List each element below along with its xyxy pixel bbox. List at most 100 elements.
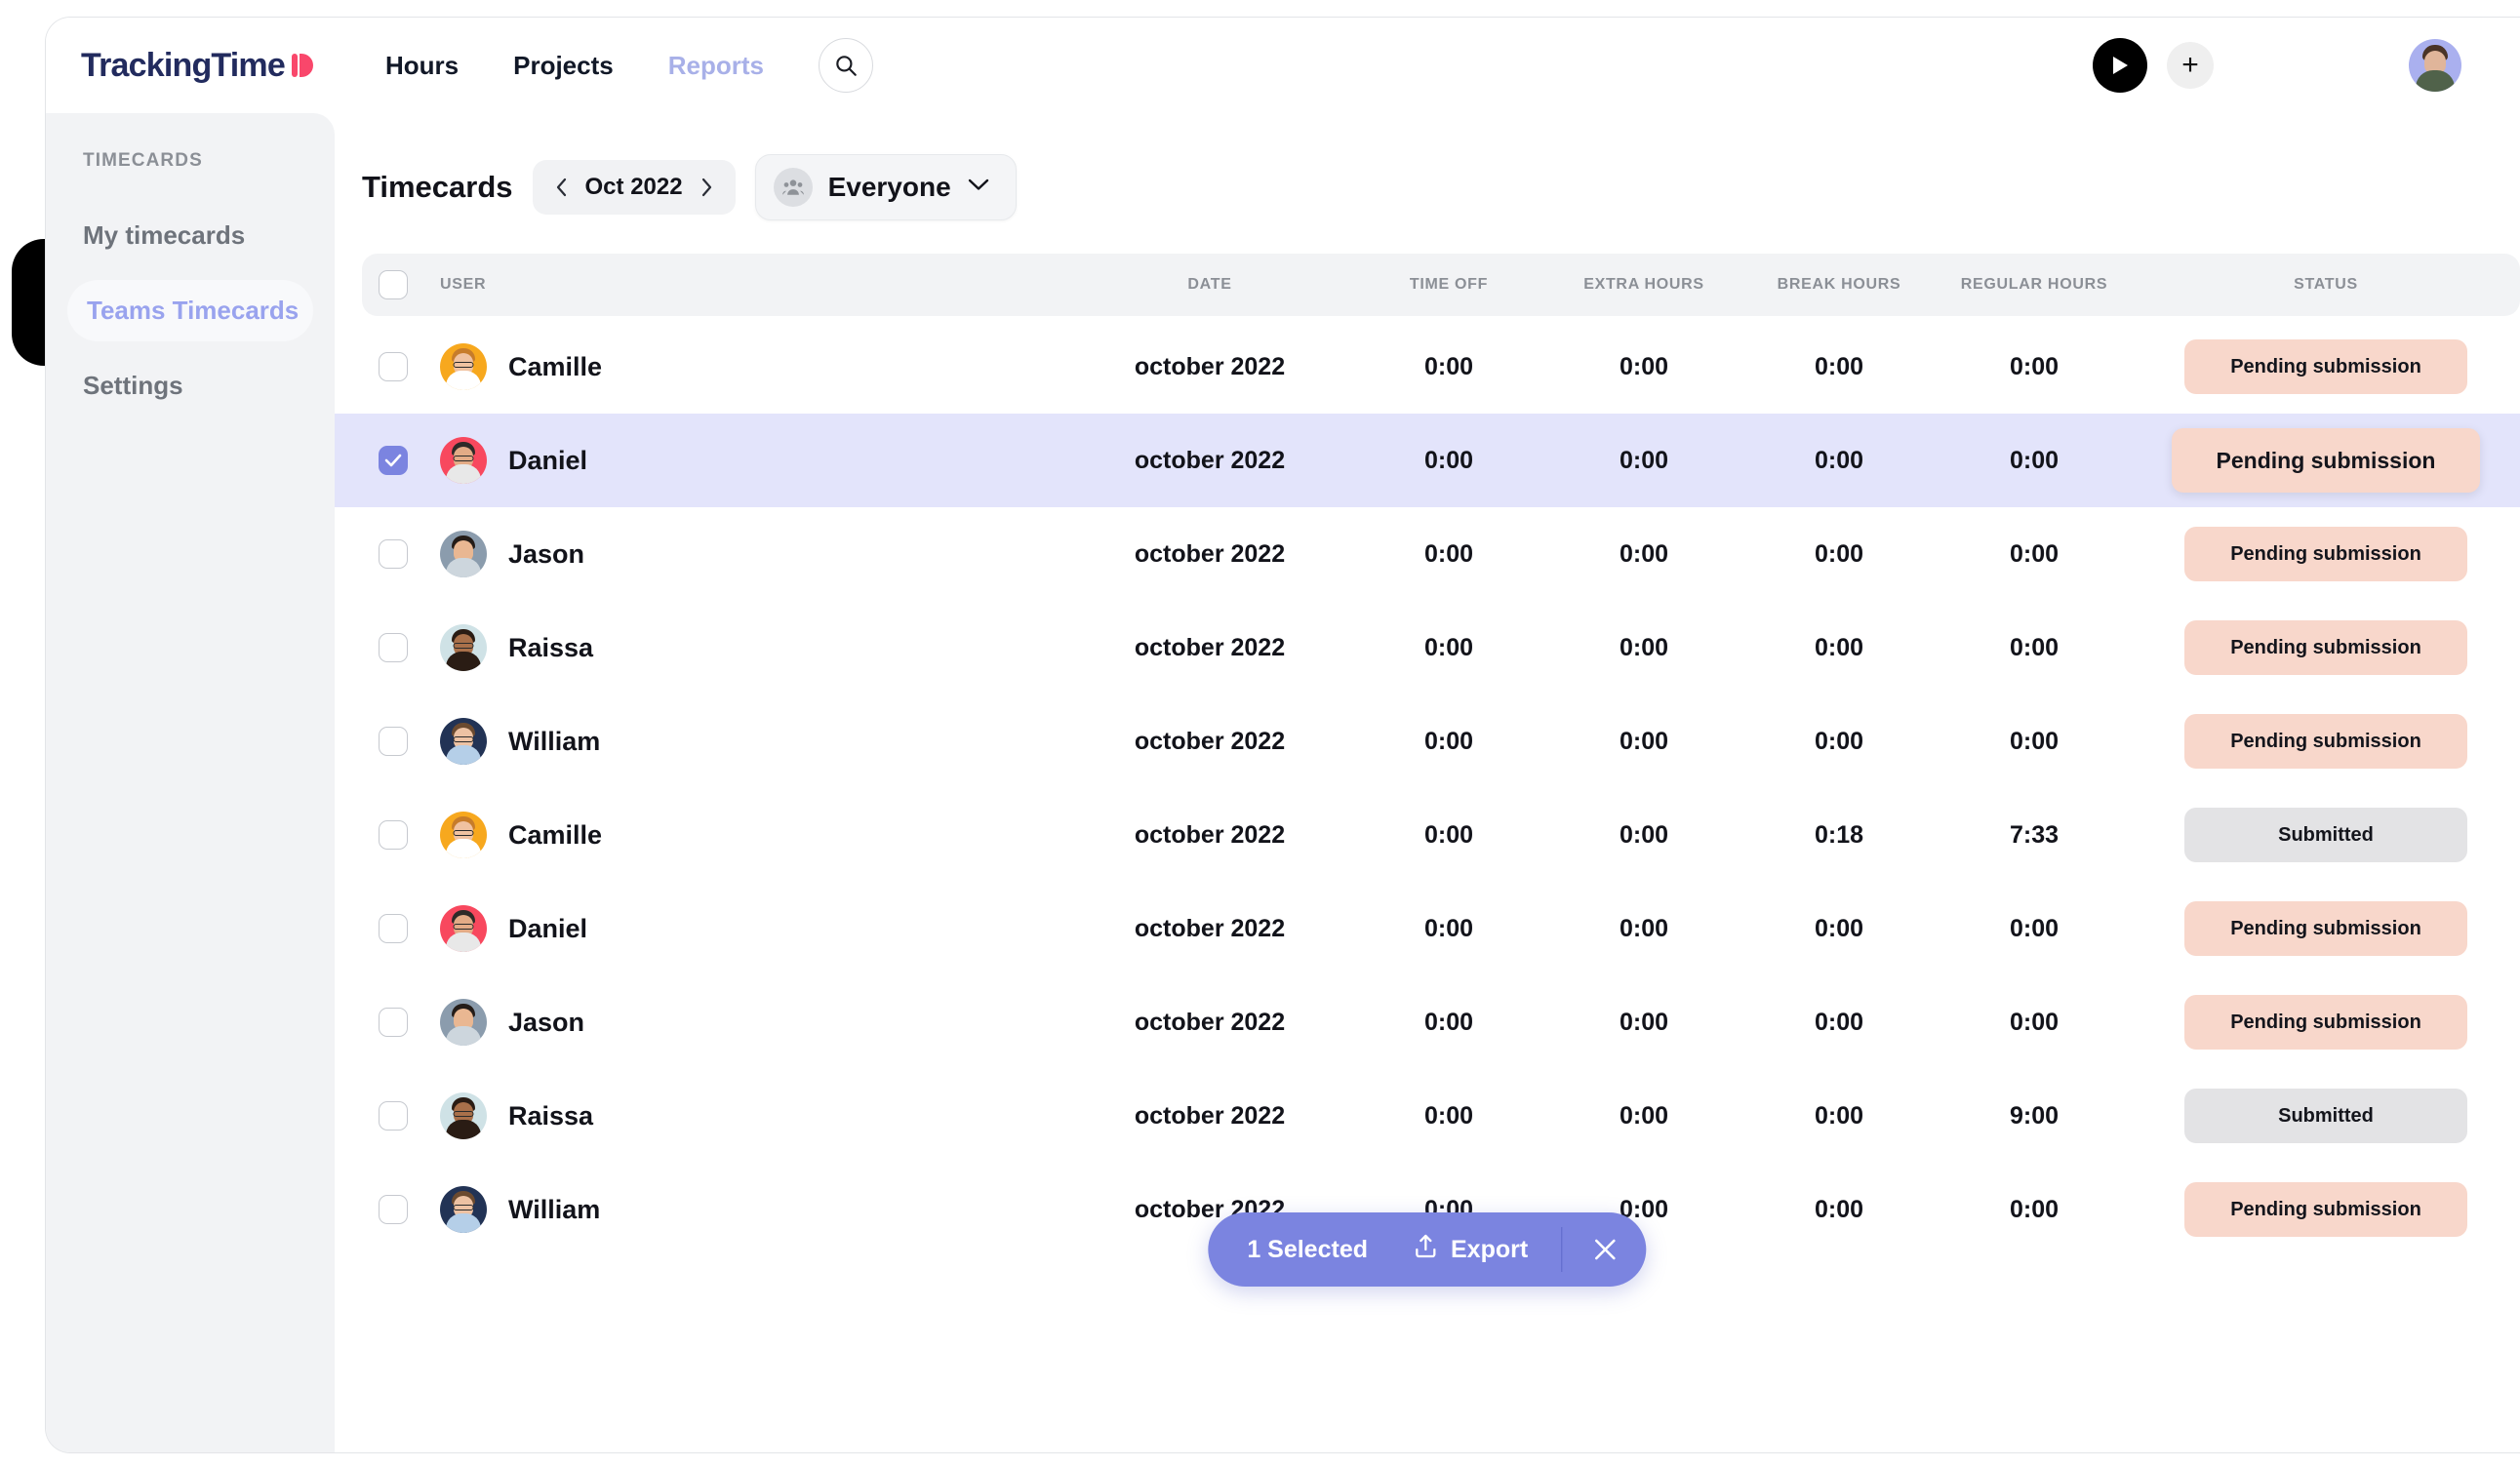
nav-link-hours[interactable]: Hours [385,51,459,81]
cell-user: Raissa [424,624,1068,671]
cell-regular-hours: 0:00 [2009,539,2060,568]
team-filter-dropdown[interactable]: Everyone [754,154,1017,220]
row-select-cell [362,1008,424,1037]
sidebar-item-my-timecards[interactable]: My timecards [46,205,335,266]
select-all-checkbox[interactable] [379,270,408,299]
row-checkbox[interactable] [379,352,408,381]
row-select-cell [362,914,424,943]
cell-break-hours: 0:00 [1814,539,1864,568]
row-checkbox[interactable] [379,820,408,850]
timecards-table: USER DATE TIME OFF EXTRA HOURS BREAK HOU [335,254,2520,1256]
cell-regular-hours: 0:00 [2009,1008,2060,1036]
status-badge[interactable]: Pending submission [2184,1182,2467,1237]
cell-status: Pending submission [2132,995,2520,1050]
col-header-status: STATUS [2294,276,2358,293]
user-name: Daniel [508,445,588,475]
cell-time-off: 0:00 [1423,1008,1474,1036]
status-badge[interactable]: Pending submission [2184,714,2467,769]
avatar[interactable] [2409,39,2461,92]
col-header-break-hours: BREAK HOURS [1777,276,1901,293]
cell-status: Pending submission [2132,527,2520,581]
search-icon[interactable] [818,38,873,93]
cell-regular-hours: 9:00 [2009,1101,2060,1130]
export-button[interactable]: Export [1413,1233,1528,1267]
avatar [440,812,487,858]
cell-status: Pending submission [2132,428,2520,493]
row-checkbox[interactable] [379,1101,408,1131]
table-row[interactable]: Daniel october 2022 0:00 0:00 0:00 0:00 Pendin… [335,414,2520,507]
topbar-actions: + [2093,38,2461,93]
table-row[interactable]: Jason october 2022 0:00 0:00 0:00 0:00 Pending… [362,507,2520,601]
cell-user: Camille [424,812,1068,858]
cell-status: Pending submission [2132,339,2520,394]
cell-status: Pending submission [2132,901,2520,956]
cell-user: Jason [424,999,1068,1046]
avatar [440,999,487,1046]
app-window: TrackingTime Hours Projects Reports + TI… [0,0,2520,1468]
cell-user: William [424,1186,1068,1233]
table-row[interactable]: William october 2022 0:00 0:00 0:00 0:00 Pendi… [362,694,2520,788]
sidebar-item-settings[interactable]: Settings [46,355,335,417]
cell-extra-hours: 0:00 [1619,446,1669,474]
brand-logo[interactable]: TrackingTime [81,47,313,85]
status-badge[interactable]: Pending submission [2184,620,2467,675]
table-row[interactable]: Jason october 2022 0:00 0:00 0:00 0:00 Pending… [362,975,2520,1069]
cell-extra-hours: 0:00 [1619,820,1669,849]
play-mark-icon [291,52,313,79]
row-select-cell [362,352,424,381]
row-checkbox[interactable] [379,1195,408,1224]
cell-date: october 2022 [1134,1008,1286,1036]
team-filter-label: Everyone [827,172,951,202]
cell-date: october 2022 [1134,914,1286,942]
divider [1561,1227,1563,1272]
sidebar-item-teams-timecards[interactable]: Teams Timecards [67,280,313,341]
nav-link-projects[interactable]: Projects [513,51,614,81]
nav-link-reports[interactable]: Reports [668,51,764,81]
status-badge[interactable]: Pending submission [2184,339,2467,394]
cell-time-off: 0:00 [1423,352,1474,380]
cell-time-off: 0:00 [1423,820,1474,849]
table-row[interactable]: Camille october 2022 0:00 0:00 0:00 0:00 Pendi… [362,320,2520,414]
cell-extra-hours: 0:00 [1619,633,1669,661]
row-checkbox[interactable] [379,914,408,943]
row-checkbox[interactable] [379,633,408,662]
month-label: Oct 2022 [584,174,683,200]
select-all-cell [362,270,424,299]
cell-break-hours: 0:00 [1814,1008,1864,1036]
table-row[interactable]: Daniel october 2022 0:00 0:00 0:00 0:00 Pendin… [362,882,2520,975]
row-checkbox[interactable] [379,446,408,475]
status-badge[interactable]: Pending submission [2184,527,2467,581]
play-icon[interactable] [2093,38,2147,93]
plus-icon[interactable]: + [2167,42,2214,89]
col-header-extra-hours: EXTRA HOURS [1583,276,1704,293]
row-checkbox[interactable] [379,727,408,756]
table-row[interactable]: Camille october 2022 0:00 0:00 0:18 7:33 Submi… [362,788,2520,882]
brand-logo-text: TrackingTime [81,46,286,84]
cell-break-hours: 0:00 [1814,727,1864,755]
row-checkbox[interactable] [379,539,408,569]
cell-time-off: 0:00 [1423,727,1474,755]
status-badge[interactable]: Pending submission [2184,995,2467,1050]
cell-break-hours: 0:00 [1814,633,1864,661]
cell-break-hours: 0:00 [1814,914,1864,942]
top-navigation-bar: TrackingTime Hours Projects Reports + [46,18,2520,113]
close-icon[interactable] [1579,1222,1633,1277]
month-navigator[interactable]: Oct 2022 [532,160,736,215]
cell-user: Daniel [424,905,1068,952]
status-badge[interactable]: Submitted [2184,1089,2467,1143]
row-select-cell [362,633,424,662]
cell-time-off: 0:00 [1423,914,1474,942]
table-row[interactable]: Raissa october 2022 0:00 0:00 0:00 9:00 Submit… [362,1069,2520,1163]
table-row[interactable]: Raissa october 2022 0:00 0:00 0:00 0:00 Pendin… [362,601,2520,694]
row-checkbox[interactable] [379,1008,408,1037]
col-header-regular-hours: REGULAR HOURS [1960,276,2108,293]
chevron-right-icon[interactable] [699,176,714,199]
status-badge[interactable]: Pending submission [2184,901,2467,956]
status-badge[interactable]: Submitted [2184,808,2467,862]
chevron-left-icon[interactable] [554,176,570,199]
cell-extra-hours: 0:00 [1619,1008,1669,1036]
cell-break-hours: 0:00 [1814,1195,1864,1223]
cell-regular-hours: 7:33 [2009,820,2060,849]
status-badge[interactable]: Pending submission [2172,428,2480,493]
cell-extra-hours: 0:00 [1619,352,1669,380]
